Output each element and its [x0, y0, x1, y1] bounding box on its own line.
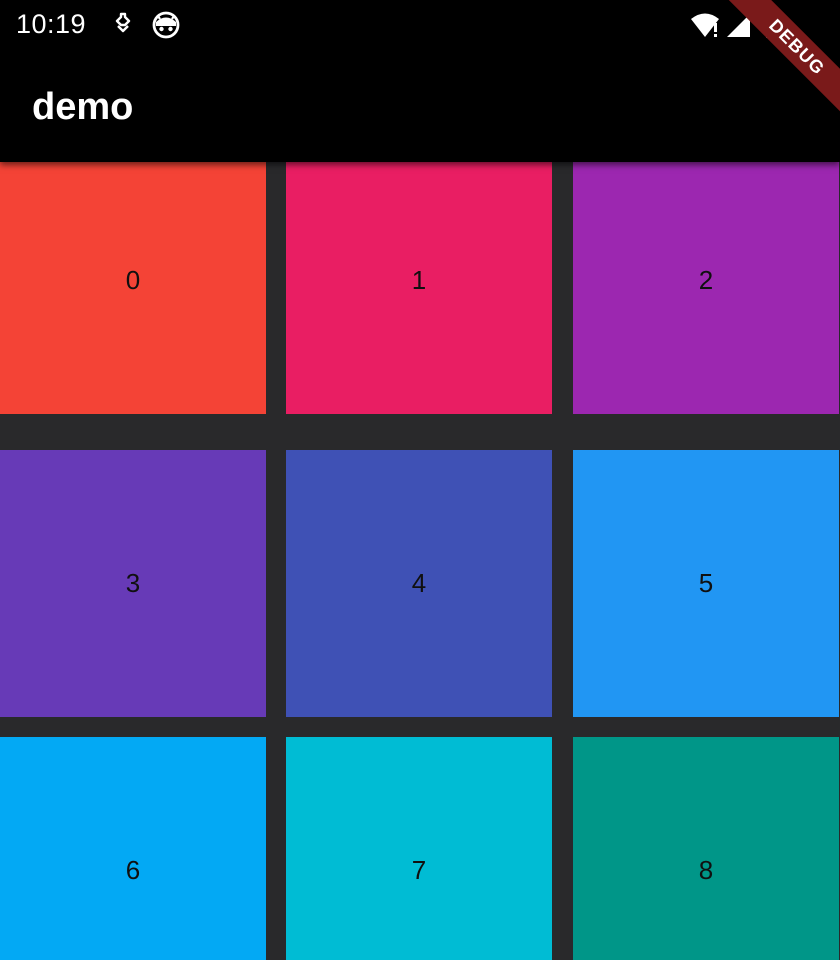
app-title: demo — [32, 86, 134, 128]
grid-tile-0[interactable]: 0 — [0, 162, 266, 414]
grid-tile-label: 7 — [411, 855, 427, 885]
grid-tile-8[interactable]: 8 — [573, 737, 839, 960]
grid-tile-2[interactable]: 2 — [573, 162, 839, 414]
grid-tile-4[interactable]: 4 — [286, 450, 552, 717]
grid-tile-label: 1 — [411, 265, 427, 295]
grid-tile-7[interactable]: 7 — [286, 737, 552, 960]
signal-icon — [726, 10, 756, 40]
status-time: 10:19 — [16, 9, 87, 39]
app-screen: 10:19 demo 0 1 2 3 4 5 6 7 8 DEBUG — [0, 0, 840, 960]
navigation-icon — [108, 10, 138, 40]
grid-tile-label: 6 — [125, 855, 141, 885]
battery-icon — [764, 10, 794, 40]
grid-tile-3[interactable]: 3 — [0, 450, 266, 717]
status-bar: 10:19 — [0, 0, 840, 52]
color-grid: 0 1 2 3 4 5 6 7 8 — [0, 162, 840, 960]
grid-tile-1[interactable]: 1 — [286, 162, 552, 414]
grid-tile-label: 2 — [698, 265, 714, 295]
grid-tile-label: 5 — [698, 568, 714, 598]
grid-tile-6[interactable]: 6 — [0, 737, 266, 960]
grid-tile-label: 8 — [698, 855, 714, 885]
wifi-alert-icon — [690, 10, 720, 40]
app-bar: demo — [0, 52, 840, 162]
grid-tile-label: 0 — [125, 265, 141, 295]
grid-tile-5[interactable]: 5 — [573, 450, 839, 717]
grid-tile-label: 3 — [125, 568, 141, 598]
grid-tile-label: 4 — [411, 568, 427, 598]
android-robot-icon — [150, 10, 180, 40]
